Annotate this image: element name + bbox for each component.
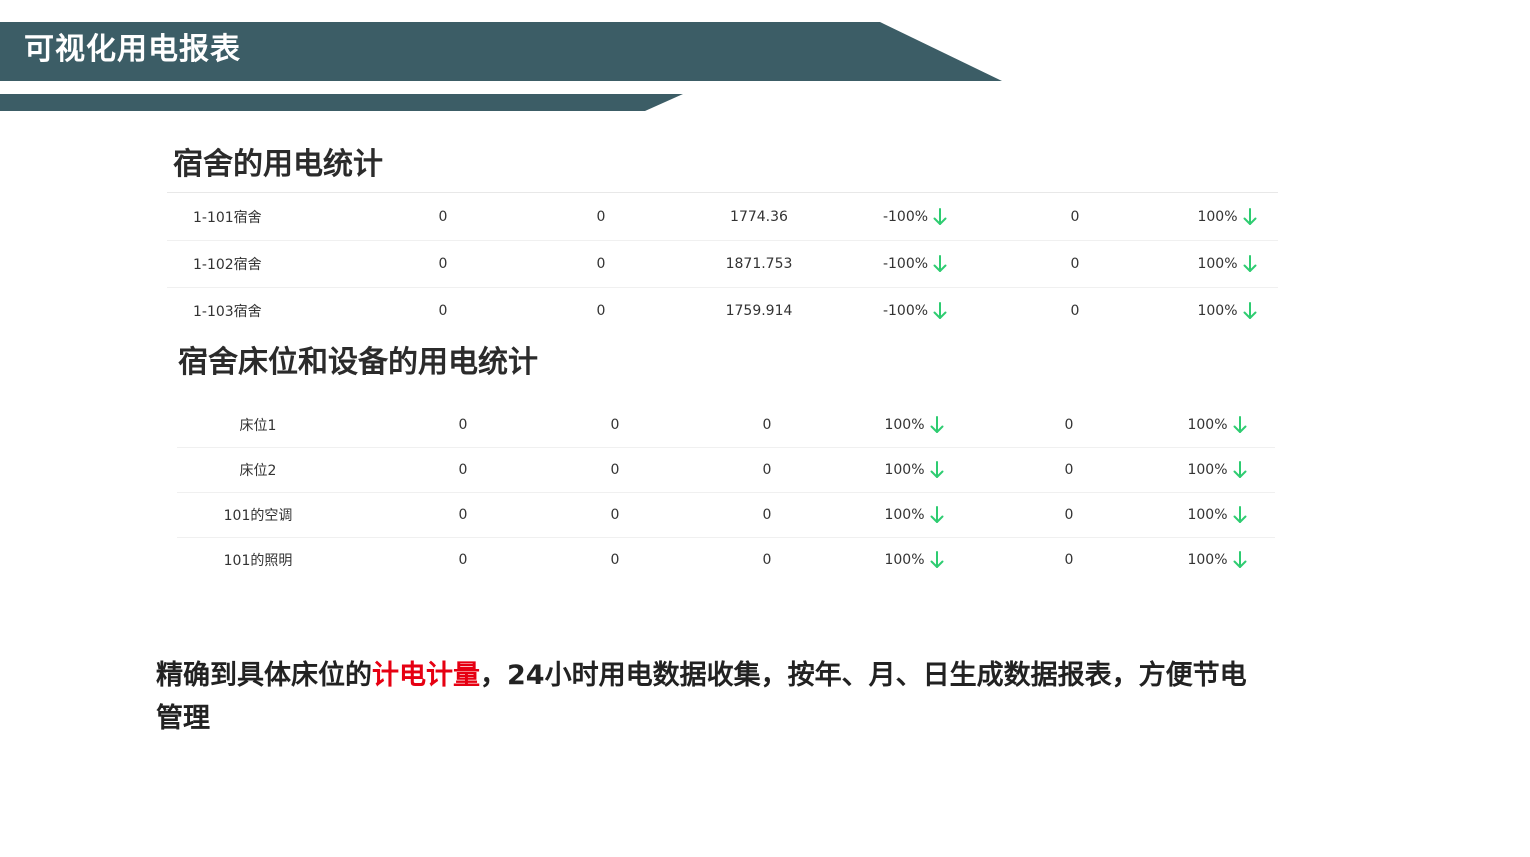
cell-change1: 100% — [854, 493, 974, 537]
cell-v4: 0 — [1070, 256, 1080, 272]
cell-v3: 0 — [762, 552, 772, 568]
change-value: -100% — [882, 209, 929, 225]
table-row: 101的空调 0 0 0 100% 0 100% — [177, 493, 1275, 538]
cell-change1: -100% — [855, 288, 975, 334]
cell-change2: 100% — [1167, 288, 1287, 334]
table-row: 1-102宿舍 0 0 1871.753 -100% 0 100% — [167, 241, 1278, 288]
arrow-down-icon — [1233, 551, 1247, 568]
device-usage-table: 床位1 0 0 0 100% 0 100% 床位2 0 0 0 100% 0 100% 101的空调 0 0 0 1… — [177, 403, 1275, 582]
table-row: 1-101宿舍 0 0 1774.36 -100% 0 100% — [167, 194, 1278, 241]
footer-text-before: 精确到具体床位的 — [156, 660, 372, 691]
change-value: -100% — [882, 303, 929, 319]
cell-v3: 0 — [762, 417, 772, 433]
cell-change2: 100% — [1157, 493, 1277, 537]
change-value: 100% — [884, 462, 925, 478]
change-value: -100% — [882, 256, 929, 272]
change-value: 100% — [884, 507, 925, 523]
arrow-down-icon — [1233, 506, 1247, 523]
arrow-down-icon — [930, 461, 944, 478]
cell-change1: 100% — [854, 448, 974, 492]
change-value: 100% — [884, 417, 925, 433]
table-row: 101的照明 0 0 0 100% 0 100% — [177, 538, 1275, 582]
dorm-section-title: 宿舍的用电统计 — [173, 147, 383, 182]
cell-v2: 0 — [596, 256, 606, 272]
device-section-title: 宿舍床位和设备的用电统计 — [178, 345, 538, 380]
cell-v1: 0 — [458, 462, 468, 478]
cell-v1: 0 — [438, 256, 448, 272]
arrow-down-icon — [1233, 461, 1247, 478]
arrow-down-icon — [933, 302, 947, 319]
cell-v3: 0 — [762, 507, 772, 523]
cell-name: 床位1 — [239, 418, 277, 434]
header-banner-stripe — [0, 94, 683, 111]
cell-v1: 0 — [458, 507, 468, 523]
cell-v4: 0 — [1064, 507, 1074, 523]
table-row: 床位2 0 0 0 100% 0 100% — [177, 448, 1275, 493]
cell-v3: 1871.753 — [725, 256, 793, 272]
cell-v3: 0 — [762, 462, 772, 478]
change-value: 100% — [1187, 552, 1228, 568]
cell-name: 1-103宿舍 — [193, 304, 262, 320]
cell-name: 101的空调 — [223, 508, 293, 524]
cell-v1: 0 — [458, 552, 468, 568]
change-value: 100% — [1197, 256, 1238, 272]
cell-change2: 100% — [1167, 241, 1287, 287]
cell-change1: 100% — [854, 538, 974, 582]
change-value: 100% — [1187, 507, 1228, 523]
page-title: 可视化用电报表 — [24, 32, 241, 67]
arrow-down-icon — [933, 208, 947, 225]
cell-v2: 0 — [596, 303, 606, 319]
arrow-down-icon — [930, 416, 944, 433]
arrow-down-icon — [930, 551, 944, 568]
cell-v4: 0 — [1064, 462, 1074, 478]
cell-v2: 0 — [610, 417, 620, 433]
cell-v1: 0 — [438, 209, 448, 225]
cell-v2: 0 — [596, 209, 606, 225]
change-value: 100% — [1187, 417, 1228, 433]
cell-name: 床位2 — [239, 463, 277, 479]
arrow-down-icon — [933, 255, 947, 272]
cell-v4: 0 — [1070, 303, 1080, 319]
cell-name: 1-102宿舍 — [193, 257, 262, 273]
arrow-down-icon — [1243, 255, 1257, 272]
change-value: 100% — [1197, 209, 1238, 225]
cell-change2: 100% — [1157, 448, 1277, 492]
dorm-section-divider — [167, 192, 1278, 193]
cell-v2: 0 — [610, 507, 620, 523]
arrow-down-icon — [930, 506, 944, 523]
cell-change1: 100% — [854, 403, 974, 447]
cell-change2: 100% — [1157, 403, 1277, 447]
change-value: 100% — [1187, 462, 1228, 478]
cell-v2: 0 — [610, 462, 620, 478]
cell-change2: 100% — [1167, 194, 1287, 240]
cell-v1: 0 — [438, 303, 448, 319]
cell-v1: 0 — [458, 417, 468, 433]
cell-v3: 1774.36 — [730, 209, 788, 225]
footer-description: 精确到具体床位的计电计量，24小时用电数据收集，按年、月、日生成数据报表，方便节… — [156, 654, 1266, 740]
cell-v4: 0 — [1064, 417, 1074, 433]
cell-name: 1-101宿舍 — [193, 210, 262, 226]
cell-change1: -100% — [855, 241, 975, 287]
arrow-down-icon — [1243, 302, 1257, 319]
footer-highlight: 计电计量 — [372, 660, 480, 691]
cell-v4: 0 — [1070, 209, 1080, 225]
cell-v3: 1759.914 — [725, 303, 793, 319]
arrow-down-icon — [1243, 208, 1257, 225]
dorm-usage-table: 1-101宿舍 0 0 1774.36 -100% 0 100% 1-102宿舍 0 0 1871.… — [167, 194, 1278, 334]
cell-v4: 0 — [1064, 552, 1074, 568]
change-value: 100% — [884, 552, 925, 568]
cell-change1: -100% — [855, 194, 975, 240]
change-value: 100% — [1197, 303, 1238, 319]
table-row: 床位1 0 0 0 100% 0 100% — [177, 403, 1275, 448]
cell-v2: 0 — [610, 552, 620, 568]
cell-change2: 100% — [1157, 538, 1277, 582]
cell-name: 101的照明 — [223, 553, 293, 569]
arrow-down-icon — [1233, 416, 1247, 433]
table-row: 1-103宿舍 0 0 1759.914 -100% 0 100% — [167, 288, 1278, 334]
